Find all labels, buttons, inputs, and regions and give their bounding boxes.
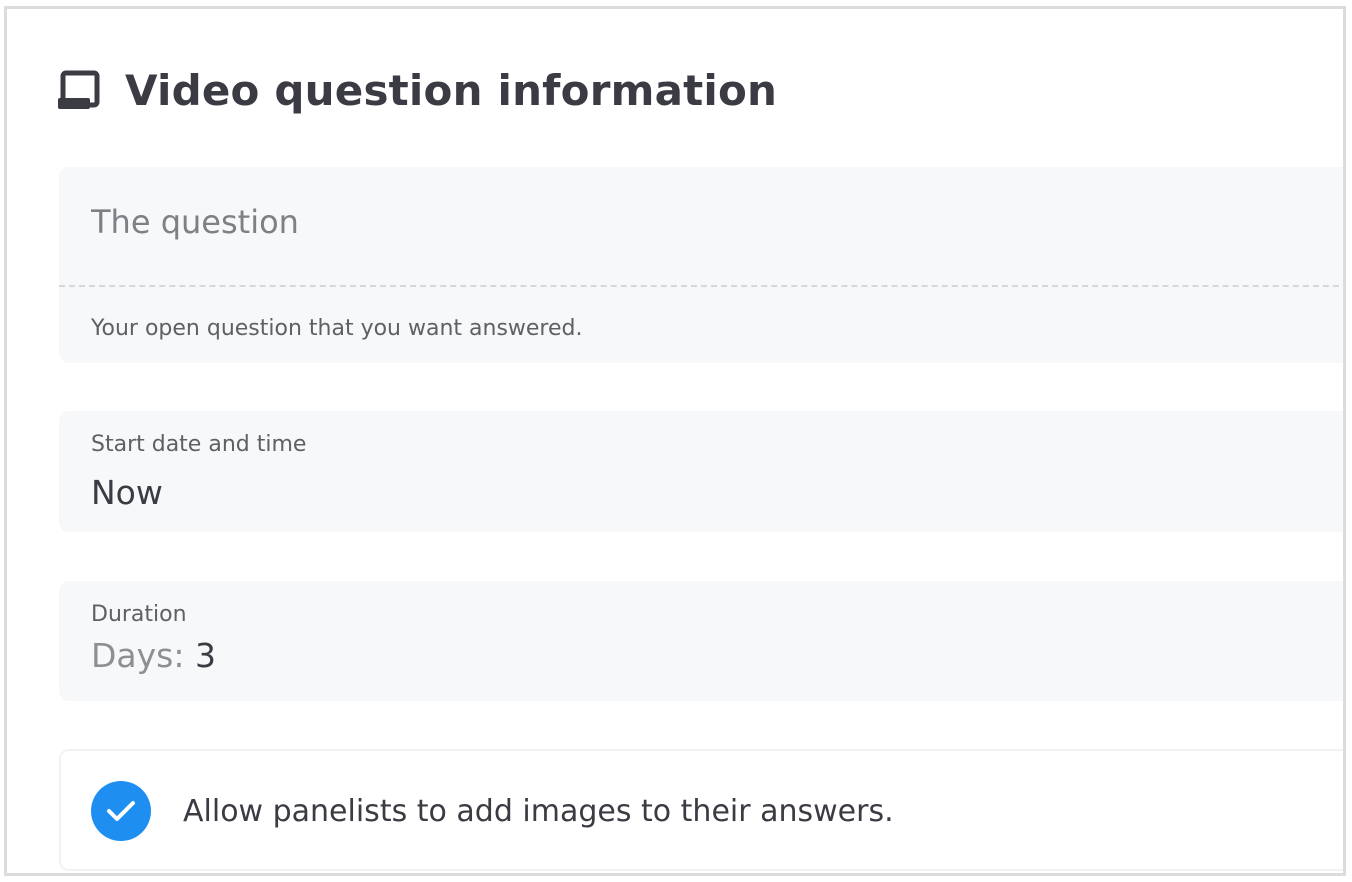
question-input[interactable] (91, 201, 1291, 243)
duration-field[interactable]: Duration Days: 3 (59, 581, 1343, 701)
duration-prefix: Days: (91, 636, 195, 675)
page-title: Video question information (125, 66, 778, 115)
allow-images-checkbox[interactable] (91, 781, 151, 841)
laptop-icon (57, 70, 101, 112)
question-divider (59, 285, 1343, 287)
duration-days: 3 (194, 636, 216, 675)
allow-images-option[interactable]: Allow panelists to add images to their a… (59, 749, 1343, 871)
checkmark-icon (107, 801, 135, 821)
start-date-field[interactable]: Start date and time Now (59, 411, 1343, 532)
question-panel: Video question information Your open que… (4, 6, 1346, 876)
question-hint: Your open question that you want answere… (91, 316, 583, 341)
question-card: Your open question that you want answere… (59, 167, 1343, 363)
allow-images-label: Allow panelists to add images to their a… (183, 794, 894, 829)
duration-label: Duration (91, 602, 187, 627)
panel-header: Video question information (57, 61, 777, 121)
start-date-value: Now (91, 473, 163, 512)
start-date-label: Start date and time (91, 432, 307, 457)
duration-value: Days: 3 (91, 636, 216, 676)
